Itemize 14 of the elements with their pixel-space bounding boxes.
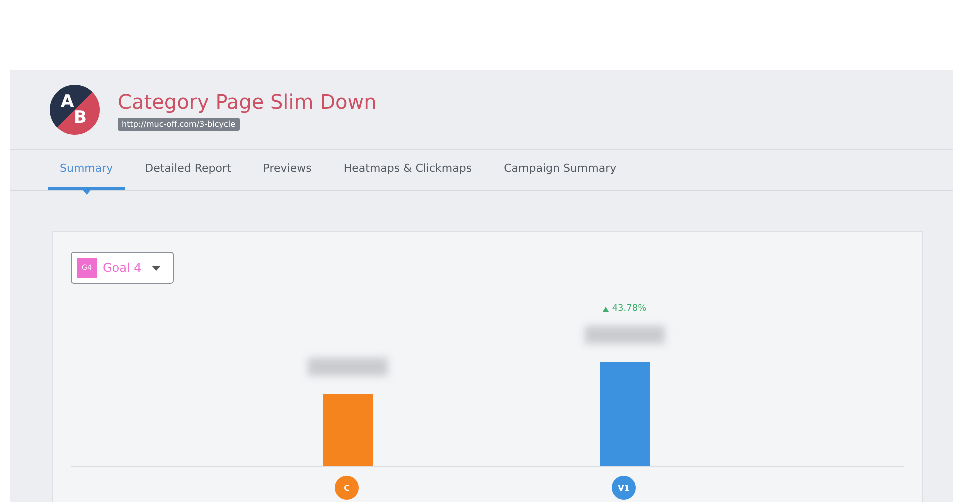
uplift-text: 43.78% xyxy=(603,304,647,314)
pointer-icon xyxy=(82,189,92,195)
tab[interactable]: Campaign Summary xyxy=(492,150,629,190)
tab[interactable]: Detailed Report xyxy=(133,150,244,190)
tab[interactable]: Previews xyxy=(251,150,324,190)
url-tag: http://muc-off.com/3-bicycle xyxy=(118,118,240,130)
tab[interactable]: Heatmaps & Clickmaps xyxy=(332,150,484,190)
campaign-title: Category Page Slim Down xyxy=(118,90,377,114)
caret-icon xyxy=(152,266,161,270)
up-arrow-icon xyxy=(603,306,610,312)
variation-badge: C xyxy=(335,476,359,500)
variation-badge: V1 xyxy=(612,476,636,500)
avatar-letter: A xyxy=(61,92,74,112)
avatar-letter: B xyxy=(74,108,87,128)
